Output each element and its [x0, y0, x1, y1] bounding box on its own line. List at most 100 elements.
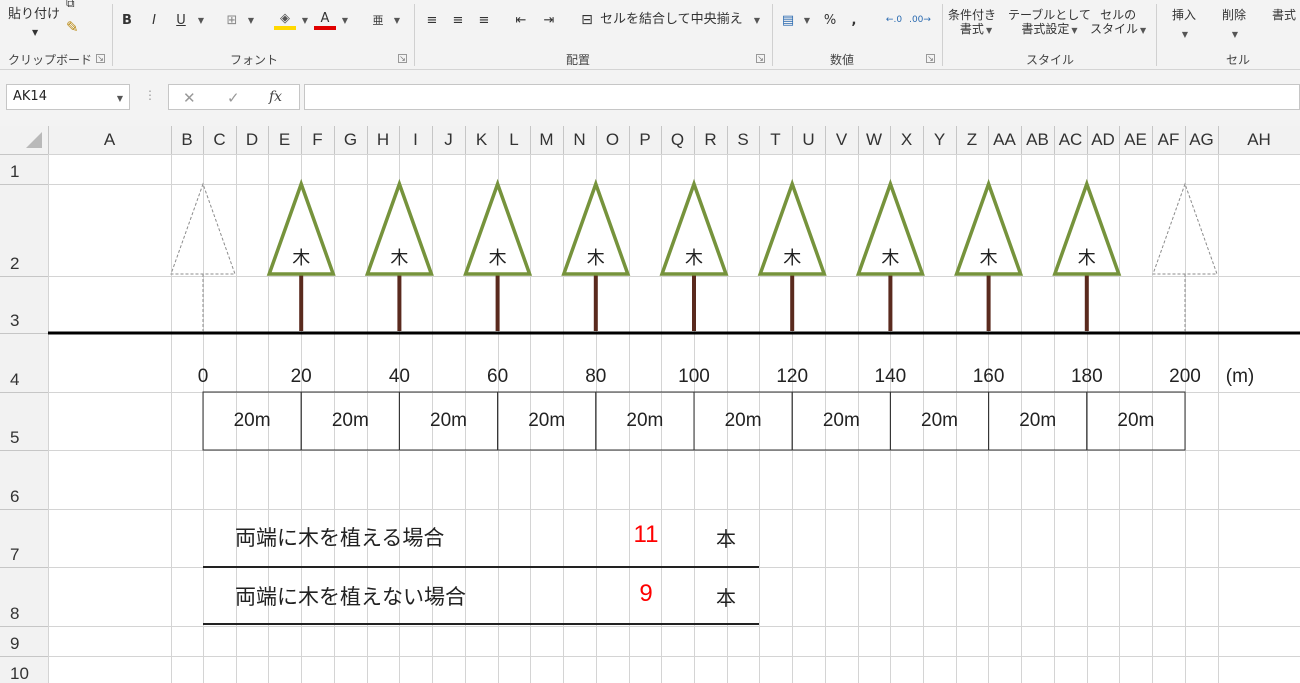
paste-button[interactable]: 貼り付け: [8, 8, 60, 22]
italic-button[interactable]: I: [145, 10, 163, 30]
format-as-table-line1: テーブルとして: [1008, 8, 1091, 22]
font-color-dropdown-icon[interactable]: ▼: [338, 10, 350, 30]
column-header-n[interactable]: N: [563, 126, 596, 154]
column-header-p[interactable]: P: [629, 126, 661, 154]
row-header-10[interactable]: 10: [0, 664, 48, 683]
border-icon[interactable]: ⊞: [222, 10, 242, 30]
insert-function-icon[interactable]: fx: [269, 89, 282, 105]
merge-center-icon[interactable]: ⊟: [578, 10, 596, 30]
column-header-w[interactable]: W: [858, 126, 890, 154]
delete-button[interactable]: 削除 ▼: [1222, 8, 1246, 42]
column-header-h[interactable]: H: [367, 126, 399, 154]
column-header-j[interactable]: J: [432, 126, 465, 154]
column-header-d[interactable]: D: [236, 126, 268, 154]
formula-bar: AK14 ▼ ⋮ ✕ ✓ fx: [0, 70, 1300, 126]
column-header-v[interactable]: V: [825, 126, 858, 154]
column-header-ah[interactable]: AH: [1218, 126, 1300, 154]
percent-style-button[interactable]: %: [820, 10, 840, 30]
merge-dropdown-icon[interactable]: ▼: [750, 10, 762, 30]
column-header-aa[interactable]: AA: [988, 126, 1021, 154]
font-dialog-launcher-icon[interactable]: ↘: [398, 54, 407, 63]
clipboard-dialog-launcher-icon[interactable]: ↘: [96, 54, 105, 63]
column-header-o[interactable]: O: [596, 126, 629, 154]
column-header-t[interactable]: T: [759, 126, 792, 154]
column-header-ab[interactable]: AB: [1021, 126, 1054, 154]
column-header-r[interactable]: R: [694, 126, 727, 154]
align-center-icon[interactable]: ≡: [448, 10, 468, 30]
font-color-button[interactable]: A: [314, 10, 336, 30]
row-header-2[interactable]: 2: [0, 254, 48, 276]
phonetic-dropdown-icon[interactable]: ▼: [390, 10, 402, 30]
comma-style-button[interactable]: ,: [846, 10, 862, 30]
format-painter-icon[interactable]: ✎: [66, 20, 79, 35]
column-header-z[interactable]: Z: [956, 126, 988, 154]
merge-center-button[interactable]: セルを結合して中央揃え: [600, 13, 743, 27]
insert-label: 挿入: [1172, 8, 1197, 22]
column-header-c[interactable]: C: [203, 126, 236, 154]
accounting-dropdown-icon[interactable]: ▼: [800, 10, 812, 30]
row-header-1[interactable]: 1: [0, 162, 48, 184]
column-header-y[interactable]: Y: [923, 126, 956, 154]
conditional-formatting-button[interactable]: 条件付き 書式 ▼: [948, 8, 996, 38]
fill-color-dropdown-icon[interactable]: ▼: [298, 10, 310, 30]
paste-dropdown-icon[interactable]: ▼: [32, 26, 38, 40]
copy-icon[interactable]: ⧉: [66, 0, 75, 10]
column-header-m[interactable]: M: [530, 126, 563, 154]
segment-label: 20m: [1117, 410, 1155, 431]
row-header-9[interactable]: 9: [0, 634, 48, 656]
insert-button[interactable]: 挿入 ▼: [1172, 8, 1196, 42]
align-left-icon[interactable]: ≡: [422, 10, 442, 30]
row-header-5[interactable]: 5: [0, 428, 48, 450]
column-header-s[interactable]: S: [727, 126, 759, 154]
accounting-format-icon[interactable]: ▤: [778, 10, 798, 30]
row-header-7[interactable]: 7: [0, 545, 48, 567]
underline-button[interactable]: U: [172, 10, 190, 30]
alignment-dialog-launcher-icon[interactable]: ↘: [756, 54, 765, 63]
border-dropdown-icon[interactable]: ▼: [244, 10, 256, 30]
column-header-g[interactable]: G: [334, 126, 367, 154]
row-header-3[interactable]: 3: [0, 311, 48, 333]
column-header-k[interactable]: K: [465, 126, 498, 154]
column-header-b[interactable]: B: [171, 126, 203, 154]
column-header-ag[interactable]: AG: [1185, 126, 1218, 154]
align-right-icon[interactable]: ≡: [474, 10, 494, 30]
increase-indent-icon[interactable]: ⇥: [538, 10, 560, 30]
row-header-bar: [0, 126, 48, 683]
tree-label: 木: [881, 248, 900, 269]
column-header-q[interactable]: Q: [661, 126, 694, 154]
column-header-ae[interactable]: AE: [1119, 126, 1152, 154]
column-header-ac[interactable]: AC: [1054, 126, 1087, 154]
fill-color-icon[interactable]: ◈: [274, 10, 296, 30]
formula-input[interactable]: [304, 84, 1300, 110]
name-box[interactable]: AK14 ▼: [6, 84, 130, 110]
decrease-indent-icon[interactable]: ⇤: [510, 10, 532, 30]
name-box-dropdown-icon[interactable]: ▼: [117, 94, 123, 103]
row-header-6[interactable]: 6: [0, 487, 48, 509]
column-header-f[interactable]: F: [301, 126, 334, 154]
number-dialog-launcher-icon[interactable]: ↘: [926, 54, 935, 63]
worksheet[interactable]: A B C D E F G H I J K L M N O P Q R S T U V W X Y Z AA AB AC AD AE AF AG…: [0, 126, 1300, 683]
row-header-4[interactable]: 4: [0, 370, 48, 392]
decrease-decimal-icon[interactable]: .00→: [909, 10, 931, 30]
cancel-icon[interactable]: ✕: [183, 89, 196, 107]
format-button[interactable]: 書式: [1272, 8, 1296, 22]
column-header-x[interactable]: X: [890, 126, 923, 154]
column-header-af[interactable]: AF: [1152, 126, 1185, 154]
column-header-a[interactable]: A: [48, 126, 171, 154]
column-header-ad[interactable]: AD: [1087, 126, 1119, 154]
column-header-e[interactable]: E: [268, 126, 301, 154]
row-header-8[interactable]: 8: [0, 604, 48, 626]
column-header-l[interactable]: L: [498, 126, 530, 154]
phonetic-guide-icon[interactable]: 亜: [370, 10, 386, 30]
column-header-u[interactable]: U: [792, 126, 825, 154]
increase-decimal-icon[interactable]: ←.0: [884, 10, 904, 30]
column-header-i[interactable]: I: [399, 126, 432, 154]
case-value: 11: [633, 521, 659, 548]
bold-button[interactable]: B: [118, 10, 136, 30]
format-as-table-button[interactable]: テーブルとして 書式設定 ▼: [1008, 8, 1091, 38]
axis-label: 120: [776, 366, 809, 387]
underline-dropdown-icon[interactable]: ▼: [194, 10, 206, 30]
cell-styles-button[interactable]: セルの スタイル ▼: [1090, 8, 1146, 38]
insert-dropdown-icon: ▼: [1181, 30, 1189, 39]
enter-icon[interactable]: ✓: [227, 89, 240, 107]
